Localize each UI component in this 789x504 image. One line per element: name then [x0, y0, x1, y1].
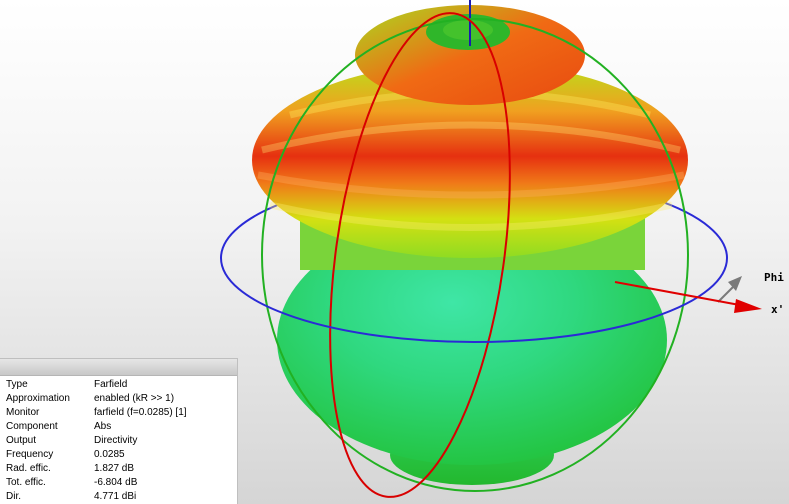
info-key: Tot. effic. [6, 477, 46, 488]
info-value: farfield (f=0.0285) [1] [94, 407, 187, 418]
info-key: Output [6, 435, 37, 446]
x-axis-label: x' [771, 303, 785, 316]
info-panel-title-bar[interactable] [0, 359, 237, 376]
phi-axis-label: Phi [764, 271, 784, 284]
info-value: Abs [94, 421, 112, 432]
info-key: Monitor [6, 407, 40, 418]
info-row: Frequency 0.0285 [4, 448, 189, 462]
info-key: Dir. [6, 491, 21, 502]
info-row: Approximation enabled (kR >> 1) [4, 392, 189, 406]
info-value: enabled (kR >> 1) [94, 393, 175, 404]
info-row: Component Abs [4, 420, 189, 434]
info-row: Type Farfield [4, 378, 189, 392]
info-value: 4.771 dBi [94, 491, 137, 502]
info-key: Component [6, 421, 58, 432]
info-key: Rad. effic. [6, 463, 51, 474]
info-value: 1.827 dB [94, 463, 135, 474]
info-value: -6.804 dB [94, 477, 138, 488]
farfield-properties-table: Type Farfield Approximation enabled (kR >> … [4, 378, 189, 504]
info-value: 0.0285 [94, 449, 125, 460]
info-value: Farfield [94, 379, 128, 390]
farfield-info-panel: Type Farfield Approximation enabled (kR >> … [0, 358, 238, 504]
info-key: Approximation [6, 393, 70, 404]
info-row: Monitor farfield (f=0.0285) [1] [4, 406, 189, 420]
info-row: Rad. effic. 1.827 dB [4, 462, 189, 476]
phi-arrow [717, 286, 734, 303]
info-value: Directivity [94, 435, 138, 446]
info-row: Output Directivity [4, 434, 189, 448]
x-axis-arrow-head-icon [734, 299, 762, 313]
info-row: Dir. 4.771 dBi [4, 490, 189, 504]
info-key: Type [6, 379, 28, 390]
info-row: Tot. effic. -6.804 dB [4, 476, 189, 490]
info-key: Frequency [6, 449, 54, 460]
